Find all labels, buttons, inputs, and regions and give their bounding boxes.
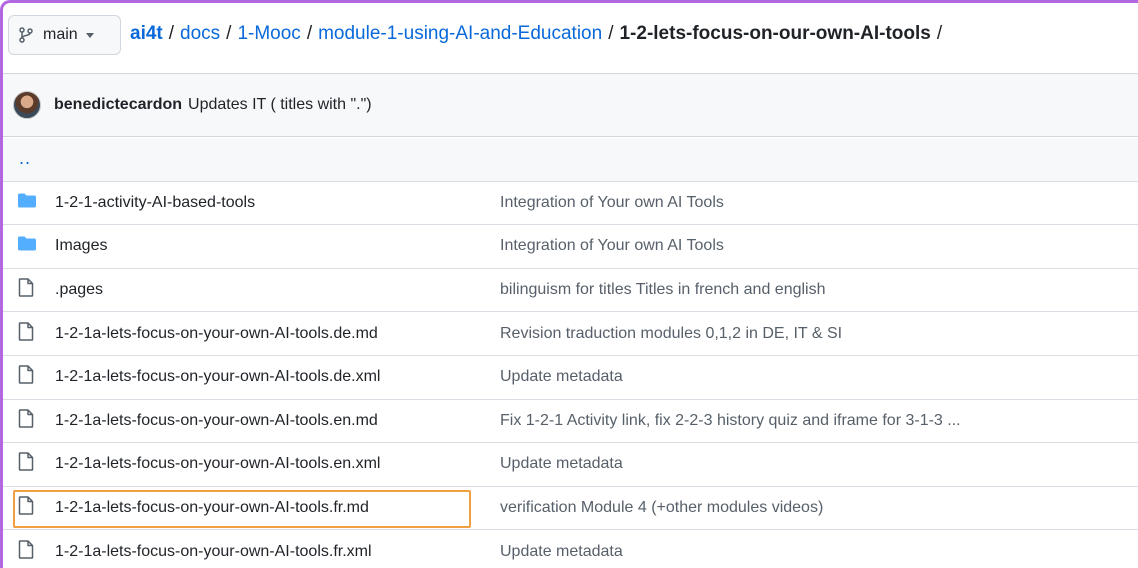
file-commit-message-link[interactable]: Update metadata (500, 455, 623, 473)
file-icon (17, 539, 35, 564)
file-name-link[interactable]: 1-2-1a-lets-focus-on-your-own-AI-tools.f… (55, 543, 372, 561)
file-row[interactable]: 1-2-1a-lets-focus-on-your-own-AI-tools.f… (3, 530, 1138, 568)
file-row[interactable]: 1-2-1a-lets-focus-on-your-own-AI-tools.f… (3, 486, 1138, 531)
file-name-link[interactable]: 1-2-1-activity-AI-based-tools (55, 194, 255, 212)
folder-row[interactable]: 1-2-1-activity-AI-based-tools Integration… (3, 181, 1138, 226)
commit-author-link[interactable]: benedictecardon (54, 96, 182, 114)
breadcrumb-repo-link[interactable]: ai4t (130, 23, 163, 45)
git-branch-icon (19, 27, 33, 43)
file-list: .. 1-2-1-activity-AI-based-tools Integrat… (3, 138, 1138, 568)
file-name-link[interactable]: 1-2-1a-lets-focus-on-your-own-AI-tools.d… (55, 325, 378, 343)
file-row[interactable]: .pages bilinguism for titles Titles in fr… (3, 268, 1138, 313)
file-commit-message-link[interactable]: Integration of Your own AI Tools (500, 194, 724, 212)
file-icon (17, 321, 35, 346)
commit-message-link[interactable]: Updates IT ( titles with ".") (188, 96, 372, 114)
breadcrumb-separator: / (168, 23, 175, 44)
file-commit-message-link[interactable]: Integration of Your own AI Tools (500, 237, 724, 255)
avatar[interactable] (13, 91, 41, 119)
folder-icon (17, 236, 37, 257)
folder-row[interactable]: Images Integration of Your own AI Tools (3, 225, 1138, 269)
breadcrumb-current-folder: 1-2-lets-focus-on-our-own-AI-tools (619, 23, 931, 44)
parent-directory-link[interactable]: .. (19, 148, 31, 169)
file-icon (17, 278, 35, 303)
file-commit-message-link[interactable]: Update metadata (500, 543, 623, 561)
parent-directory-row[interactable]: .. (3, 138, 1138, 182)
file-row[interactable]: 1-2-1a-lets-focus-on-your-own-AI-tools.d… (3, 312, 1138, 356)
file-name-link[interactable]: 1-2-1a-lets-focus-on-your-own-AI-tools.e… (55, 412, 378, 430)
file-commit-message-link[interactable]: Revision traduction modules 0,1,2 in DE,… (500, 325, 842, 343)
file-row[interactable]: 1-2-1a-lets-focus-on-your-own-AI-tools.e… (3, 443, 1138, 487)
breadcrumb: ai4t / docs / 1-Mooc / module-1-using-AI… (130, 23, 948, 45)
file-icon (17, 408, 35, 433)
file-name-link[interactable]: 1-2-1a-lets-focus-on-your-own-AI-tools.f… (55, 499, 369, 517)
breadcrumb-separator: / (608, 23, 614, 44)
breadcrumb-docs-link[interactable]: docs (180, 23, 220, 45)
file-name-link[interactable]: 1-2-1a-lets-focus-on-your-own-AI-tools.d… (55, 368, 380, 386)
breadcrumb-separator: / (226, 23, 232, 44)
file-row[interactable]: 1-2-1a-lets-focus-on-your-own-AI-tools.e… (3, 399, 1138, 444)
breadcrumb-module-link[interactable]: module-1-using-AI-and-Education (318, 23, 602, 45)
folder-icon (17, 192, 37, 213)
file-icon (17, 365, 35, 390)
branch-label: main (43, 26, 78, 43)
breadcrumb-mooc-link[interactable]: 1-Mooc (237, 23, 300, 45)
breadcrumb-separator: / (936, 23, 943, 44)
file-row[interactable]: 1-2-1a-lets-focus-on-your-own-AI-tools.d… (3, 355, 1138, 400)
file-commit-message-link[interactable]: Update metadata (500, 368, 623, 386)
latest-commit-bar: benedictecardon Updates IT ( titles with… (3, 73, 1138, 137)
file-commit-message-link[interactable]: verification Module 4 (+other modules vi… (500, 499, 823, 517)
path-bar: main ai4t / docs / 1-Mooc / module-1-usi… (3, 3, 1138, 65)
file-name-link[interactable]: 1-2-1a-lets-focus-on-your-own-AI-tools.e… (55, 455, 380, 473)
file-commit-message-link[interactable]: Fix 1-2-1 Activity link, fix 2-2-3 histo… (500, 412, 961, 430)
repo-browser-frame: main ai4t / docs / 1-Mooc / module-1-usi… (0, 0, 1138, 568)
file-icon (17, 496, 35, 521)
file-name-link[interactable]: Images (55, 237, 107, 255)
breadcrumb-separator: / (306, 23, 313, 44)
chevron-down-icon (85, 32, 94, 38)
file-icon (17, 452, 35, 477)
file-name-link[interactable]: .pages (55, 281, 103, 299)
file-commit-message-link[interactable]: bilinguism for titles Titles in french a… (500, 281, 826, 299)
branch-selector-button[interactable]: main (8, 15, 121, 55)
